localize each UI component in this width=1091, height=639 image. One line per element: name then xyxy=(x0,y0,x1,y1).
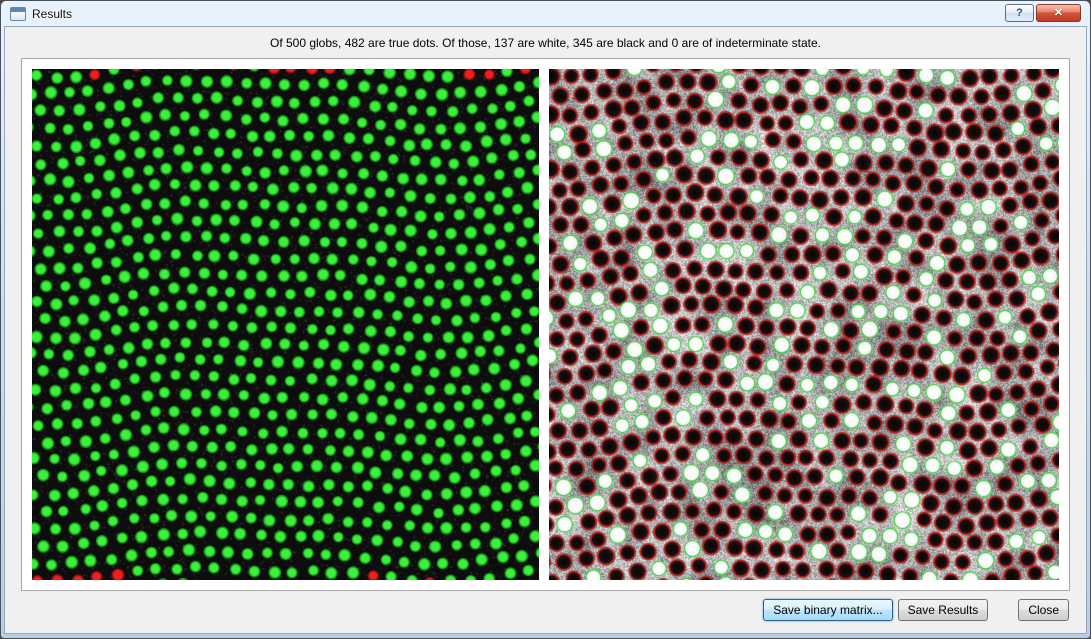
close-icon: ✕ xyxy=(1053,6,1064,19)
window-icon xyxy=(10,6,26,21)
save-results-button[interactable]: Save Results xyxy=(897,599,989,621)
titlebar[interactable]: Results ? ✕ xyxy=(4,1,1087,26)
detected-dots-image xyxy=(32,69,539,580)
summary-text: Of 500 globs, 482 are true dots. Of thos… xyxy=(269,36,821,50)
close-window-button[interactable]: ✕ xyxy=(1036,4,1081,22)
save-binary-matrix-button[interactable]: Save binary matrix... xyxy=(763,599,893,621)
classified-dots-overlay-image xyxy=(549,69,1059,580)
help-button[interactable]: ? xyxy=(1005,4,1034,22)
close-button[interactable]: Close xyxy=(1018,599,1069,621)
help-icon: ? xyxy=(1016,6,1023,19)
images-frame xyxy=(21,58,1070,591)
dialog-body: Of 500 globs, 482 are true dots. Of thos… xyxy=(4,26,1087,634)
titlebar-buttons: ? ✕ xyxy=(1005,4,1081,22)
window-title: Results xyxy=(32,6,73,21)
results-dialog: Results ? ✕ Of 500 globs, 482 are true d… xyxy=(0,0,1091,639)
button-row: Save binary matrix... Save Results Close xyxy=(763,599,1069,621)
